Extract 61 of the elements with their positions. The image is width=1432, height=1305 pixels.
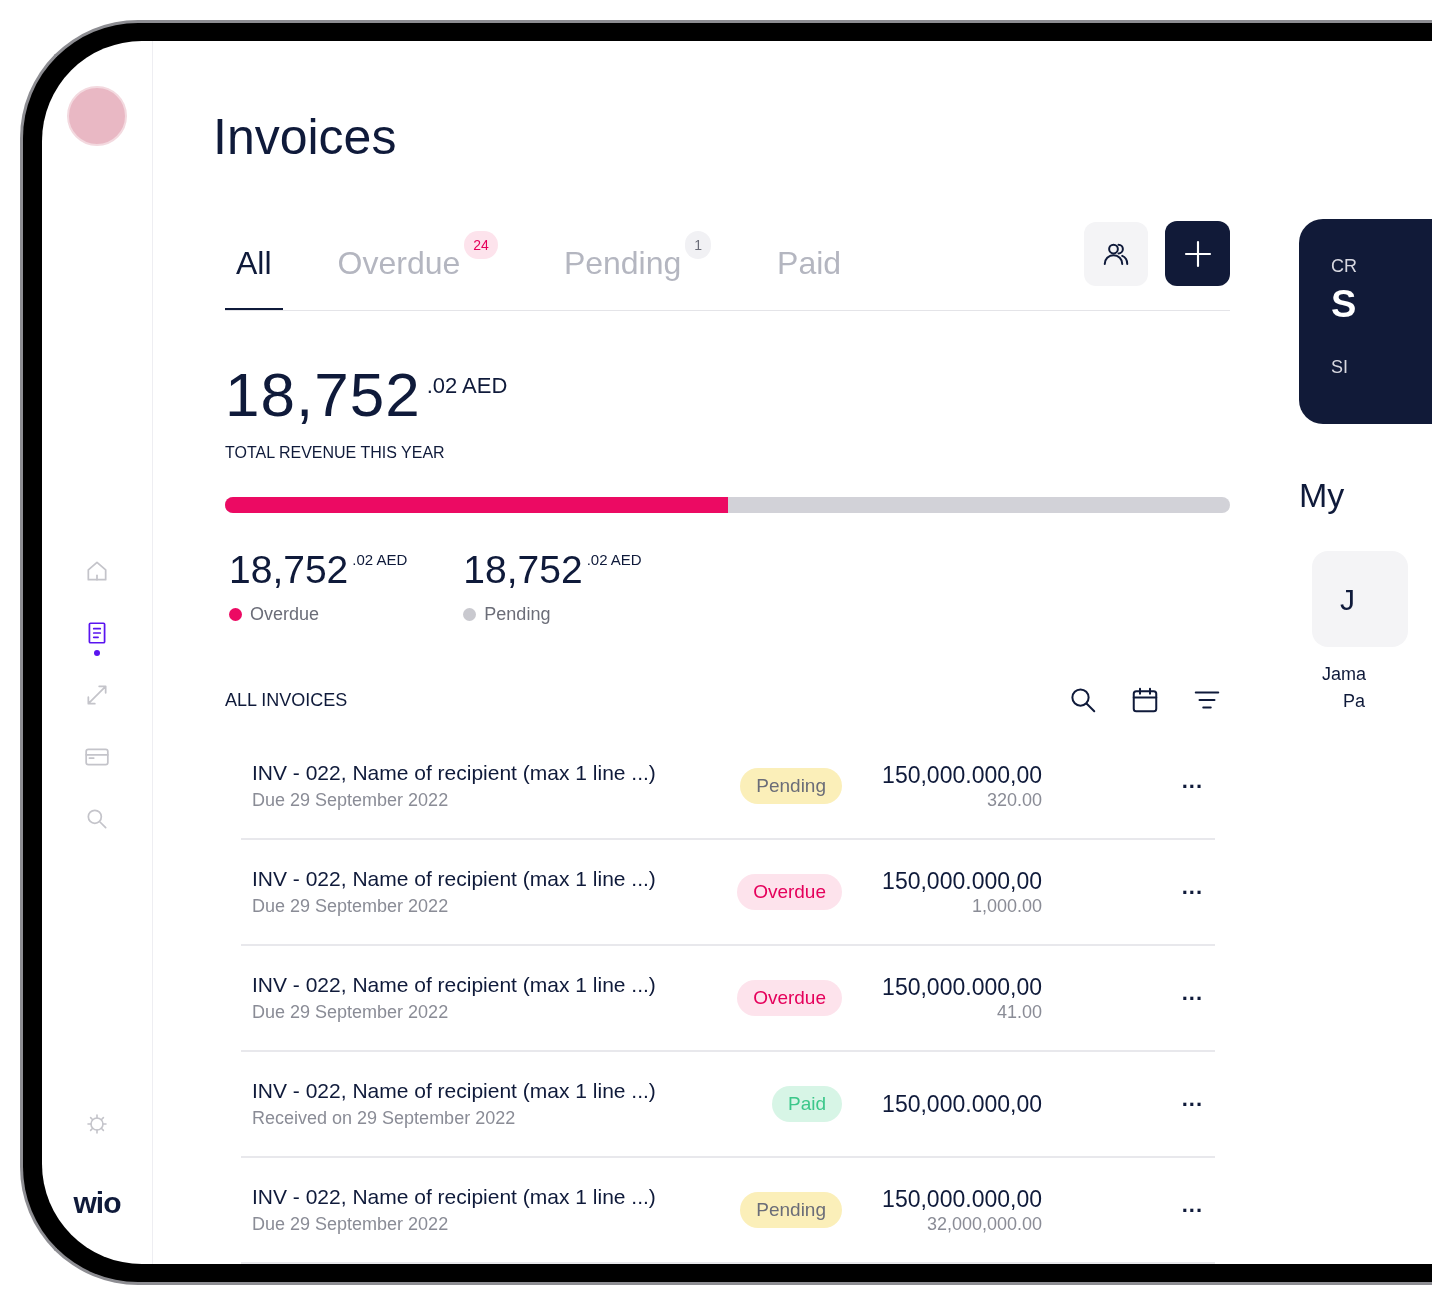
total-amount: 18,752 xyxy=(225,363,421,427)
invoice-date: Due 29 September 2022 xyxy=(252,895,450,918)
search-icon xyxy=(1068,685,1098,715)
more-button[interactable]: ... xyxy=(1181,1194,1203,1226)
invoice-sub-amount: 41.00 xyxy=(996,1001,1042,1023)
contact-name: Pa xyxy=(1343,690,1365,713)
invoice-sub-amount: 320.00 xyxy=(986,789,1042,811)
invoice-title: INV - 022, Name of recipient (max 1 line ...) xyxy=(252,866,657,892)
status-badge: Overdue xyxy=(737,980,842,1016)
page-title: Invoices xyxy=(213,109,398,165)
contact-name: Jama xyxy=(1322,663,1366,686)
status-badge: Paid xyxy=(771,1086,842,1122)
stat-amount: 18,752 xyxy=(229,549,349,591)
count-badge: 24 xyxy=(464,231,498,259)
section-title: ALL INVOICES xyxy=(225,688,349,712)
add-button[interactable] xyxy=(1165,221,1230,286)
more-button[interactable]: ... xyxy=(1181,876,1203,908)
promo-card[interactable]: CR S SI xyxy=(1299,219,1432,424)
invoice-title: INV - 022, Name of recipient (max 1 line ...) xyxy=(252,972,657,998)
invoice-title: INV - 022, Name of recipient (max 1 line ...) xyxy=(252,1184,657,1210)
invoice-date: Due 29 September 2022 xyxy=(252,789,450,812)
diagonal-arrows-icon xyxy=(84,682,110,708)
settings-icon xyxy=(85,1112,109,1136)
wio-logo: wio xyxy=(73,1188,121,1218)
contact-tile[interactable]: J xyxy=(1312,551,1408,647)
invoice-amount: 150,000.000,00 xyxy=(882,761,1042,789)
amount-decimals: .02 AED xyxy=(352,550,408,570)
stat-amount: 18,752 xyxy=(463,549,583,591)
section-title: My xyxy=(1299,475,1346,516)
invoice-amount: 150,000.000,00 xyxy=(882,973,1042,1001)
total-label: TOTAL REVENUE THIS YEAR xyxy=(225,443,446,463)
count-badge: 1 xyxy=(685,231,712,259)
card-text: CR xyxy=(1331,255,1357,278)
stat-label: Pending xyxy=(484,603,551,626)
more-button[interactable]: ... xyxy=(1181,770,1203,802)
status-badge: Pending xyxy=(740,1192,842,1228)
amount-decimals: .02 AED xyxy=(426,372,508,400)
invoice-date: Received on 29 September 2022 xyxy=(252,1107,517,1130)
tab[interactable]: Pending 1 xyxy=(552,217,723,310)
invoice-sub-amount: 32,000,000.00 xyxy=(926,1213,1042,1235)
contact-initial: J xyxy=(1340,581,1355,618)
invoice-title: INV - 022, Name of recipient (max 1 line ...) xyxy=(252,760,657,786)
invoice-date: Due 29 September 2022 xyxy=(252,1001,450,1024)
tab[interactable]: All xyxy=(225,217,283,310)
more-button[interactable]: ... xyxy=(1181,1088,1203,1120)
card-heading: S xyxy=(1331,282,1357,326)
status-badge: Overdue xyxy=(737,874,842,910)
tab[interactable]: Overdue 24 xyxy=(326,217,509,310)
invoice-amount: 150,000.000,00 xyxy=(882,1090,1042,1118)
invoice-amount: 150,000.000,00 xyxy=(882,867,1042,895)
card-text: SI xyxy=(1331,356,1348,379)
invoice-sub-amount: 1,000.00 xyxy=(971,895,1042,917)
contacts-button[interactable] xyxy=(1084,221,1148,286)
stat-label: Overdue xyxy=(250,603,320,626)
invoice-date: Due 29 September 2022 xyxy=(252,1213,450,1236)
amount-decimals: .02 AED xyxy=(586,550,642,570)
status-badge: Pending xyxy=(740,768,842,804)
invoice-amount: 150,000.000,00 xyxy=(882,1185,1042,1213)
calendar-icon xyxy=(1130,685,1160,715)
invoice-title: INV - 022, Name of recipient (max 1 line ...) xyxy=(252,1078,657,1104)
more-button[interactable]: ... xyxy=(1181,982,1203,1014)
